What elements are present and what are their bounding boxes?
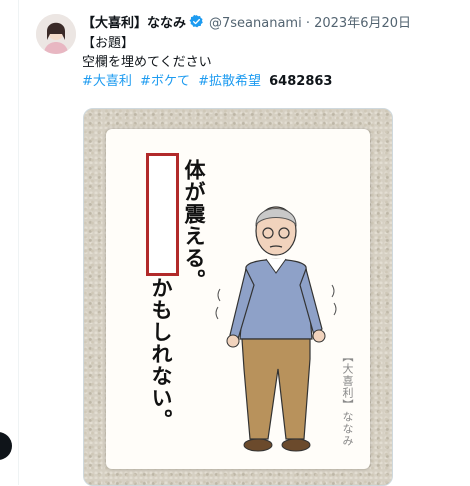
display-name[interactable]: 【大喜利】ななみ (82, 12, 186, 31)
hashtag-boketa[interactable]: #ボケて (140, 74, 190, 89)
prompt-line: 空欄を埋めてください (82, 55, 212, 70)
trembling-old-man-illustration (215, 206, 337, 452)
tweet-text: 【お題】 空欄を埋めてください #大喜利 #ボケて #拡散希望 6482863 (82, 34, 332, 91)
left-rail (0, 0, 19, 485)
number-text: 6482863 (269, 74, 333, 89)
hashtag-line: #大喜利 #ボケて #拡散希望 6482863 (82, 72, 332, 91)
tweet[interactable]: 【大喜利】ななみ @7seananami · 2023年6月20日 【お題】 空… (26, 0, 470, 486)
hashtag-kakusan[interactable]: #拡散希望 (198, 74, 261, 89)
tweet-image[interactable]: 体が震える。 かもしれない。 【大喜利】ななみ (83, 108, 393, 486)
verified-badge-icon (189, 14, 203, 28)
oogiri-card: 体が震える。 かもしれない。 【大喜利】ななみ (106, 129, 370, 469)
card-text-bottom: かもしれない。 (149, 277, 174, 431)
hashtag-oogiri[interactable]: #大喜利 (82, 74, 132, 89)
tweet-header: 【大喜利】ななみ @7seananami · 2023年6月20日 (82, 12, 411, 31)
topic-line: 【お題】 (82, 36, 135, 51)
avatar-illustration (36, 14, 76, 54)
card-credit: 【大喜利】ななみ (341, 351, 354, 447)
blank-answer-box (146, 153, 179, 276)
compose-button[interactable] (0, 432, 12, 460)
handle-and-date[interactable]: @7seananami · 2023年6月20日 (209, 12, 411, 31)
avatar[interactable] (36, 14, 76, 54)
card-text-top: 体が震える。 (182, 159, 207, 291)
